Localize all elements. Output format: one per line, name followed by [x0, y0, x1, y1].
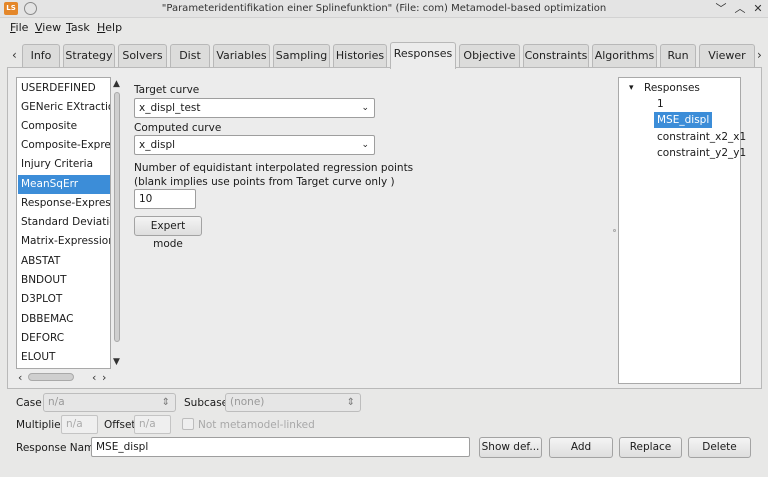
delete-button[interactable]: Delete: [688, 437, 751, 458]
list-item[interactable]: Injury Criteria: [18, 155, 110, 174]
list-item[interactable]: USERDEFINED: [18, 79, 110, 98]
chevron-down-icon: ⌄: [361, 103, 369, 113]
updown-icon: ⇕: [161, 397, 170, 408]
list-item[interactable]: D3PLOT: [18, 290, 110, 309]
tab-objective[interactable]: Objective: [459, 44, 520, 68]
list-item-selected[interactable]: MeanSqErr: [18, 175, 110, 194]
updown-icon: ⇕: [346, 397, 355, 408]
not-linked-checkbox[interactable]: [182, 418, 194, 430]
list-item[interactable]: Response-Expressio: [18, 194, 110, 213]
menu-help[interactable]: Help: [97, 21, 122, 34]
multiplier-label: Multiplier: [16, 419, 65, 431]
pin-icon[interactable]: [24, 2, 37, 15]
menu-file[interactable]: File: [10, 21, 28, 34]
tree-item-selected[interactable]: MSE_displ: [654, 112, 713, 128]
list-item[interactable]: ELOUT: [18, 348, 110, 367]
tree-root[interactable]: Responses: [644, 80, 700, 96]
tab-variables[interactable]: Variables: [213, 44, 270, 68]
list-vertical-scrollbar[interactable]: ▲ ▼: [111, 77, 122, 369]
tab-viewer[interactable]: Viewer: [699, 44, 755, 68]
add-button[interactable]: Add: [549, 437, 613, 458]
scroll-left-icon[interactable]: ‹: [92, 371, 96, 384]
list-item[interactable]: BNDOUT: [18, 271, 110, 290]
regression-points-input[interactable]: 10: [134, 189, 196, 209]
computed-curve-select[interactable]: x_displ ⌄: [134, 135, 375, 155]
case-label: Case: [16, 397, 42, 409]
minimize-icon[interactable]: ﹀: [714, 2, 728, 16]
list-item[interactable]: ABSTAT: [18, 252, 110, 271]
response-type-list[interactable]: USERDEFINED GENeric EXtraction Composite…: [16, 77, 111, 369]
tree-item[interactable]: 1: [657, 96, 664, 112]
points-label-line1: Number of equidistant interpolated regre…: [134, 162, 414, 174]
computed-curve-value: x_displ: [139, 139, 176, 151]
response-name-input[interactable]: MSE_displ: [91, 437, 470, 457]
tree-item[interactable]: constraint_x2_x1: [657, 129, 746, 145]
target-curve-label: Target curve: [134, 84, 200, 96]
scroll-right-icon[interactable]: ›: [102, 371, 106, 384]
replace-button[interactable]: Replace: [619, 437, 682, 458]
target-curve-value: x_displ_test: [139, 102, 201, 114]
tab-algorithms[interactable]: Algorithms: [592, 44, 657, 68]
app-icon: LS: [4, 2, 18, 15]
list-item[interactable]: GENeric EXtraction: [18, 98, 110, 117]
tab-sampling[interactable]: Sampling: [273, 44, 330, 68]
scroll-left-icon[interactable]: ‹: [18, 371, 22, 384]
response-name-label: Response Name: [16, 442, 101, 454]
list-item[interactable]: DEFORC: [18, 329, 110, 348]
scroll-up-icon[interactable]: ▲: [113, 79, 120, 89]
tab-scroll-right-icon[interactable]: ›: [757, 48, 762, 62]
splitter-handle[interactable]: [613, 229, 616, 232]
list-horizontal-scrollbar[interactable]: ‹ ‹ ›: [16, 371, 111, 384]
menu-task[interactable]: Task: [66, 21, 90, 34]
window-title: "Parameteridentifikation einer Splinefun…: [161, 3, 607, 14]
list-item[interactable]: Standard Deviation: [18, 213, 110, 232]
tab-info[interactable]: Info: [22, 44, 60, 68]
expand-icon[interactable]: ▾: [629, 80, 634, 96]
tab-solvers[interactable]: Solvers: [118, 44, 167, 68]
tab-histories[interactable]: Histories: [333, 44, 387, 68]
computed-curve-label: Computed curve: [134, 122, 222, 134]
target-curve-select[interactable]: x_displ_test ⌄: [134, 98, 375, 118]
subcase-value: (none): [230, 396, 265, 408]
chevron-down-icon: ⌄: [361, 140, 369, 150]
tree-item[interactable]: constraint_y2_y1: [657, 145, 746, 161]
scrollbar-thumb[interactable]: [28, 373, 74, 381]
offset-label: Offset: [104, 419, 136, 431]
responses-tree[interactable]: ▾ Responses 1 MSE_displ constraint_x2_x1…: [618, 77, 746, 384]
scrollbar-thumb[interactable]: [114, 92, 120, 342]
multiplier-input[interactable]: n/a: [61, 415, 98, 434]
list-item[interactable]: Composite-Expressi: [18, 136, 110, 155]
tab-constraints[interactable]: Constraints: [523, 44, 589, 68]
subcase-label: Subcase: [184, 397, 229, 409]
list-item[interactable]: Matrix-Expression: [18, 232, 110, 251]
menu-view[interactable]: View: [35, 21, 61, 34]
tab-responses[interactable]: Responses: [390, 42, 456, 69]
scroll-down-icon[interactable]: ▼: [113, 357, 120, 367]
offset-input[interactable]: n/a: [134, 415, 171, 434]
close-icon[interactable]: ✕: [751, 2, 765, 16]
tab-dist[interactable]: Dist: [170, 44, 210, 68]
case-select[interactable]: n/a ⇕: [43, 393, 176, 412]
not-linked-label: Not metamodel-linked: [198, 419, 315, 431]
expert-mode-button[interactable]: Expert mode: [134, 216, 202, 250]
subcase-select[interactable]: (none) ⇕: [225, 393, 361, 412]
tab-strategy[interactable]: Strategy: [63, 44, 115, 68]
list-item[interactable]: DBBEMAC: [18, 310, 110, 329]
show-def-button[interactable]: Show def...: [479, 437, 542, 458]
tab-run[interactable]: Run: [660, 44, 696, 68]
tab-scroll-left-icon[interactable]: ‹: [12, 48, 17, 62]
list-item[interactable]: Composite: [18, 117, 110, 136]
maximize-icon[interactable]: ︿: [733, 2, 747, 16]
points-label-line2: (blank implies use points from Target cu…: [134, 176, 395, 188]
case-value: n/a: [48, 396, 65, 408]
